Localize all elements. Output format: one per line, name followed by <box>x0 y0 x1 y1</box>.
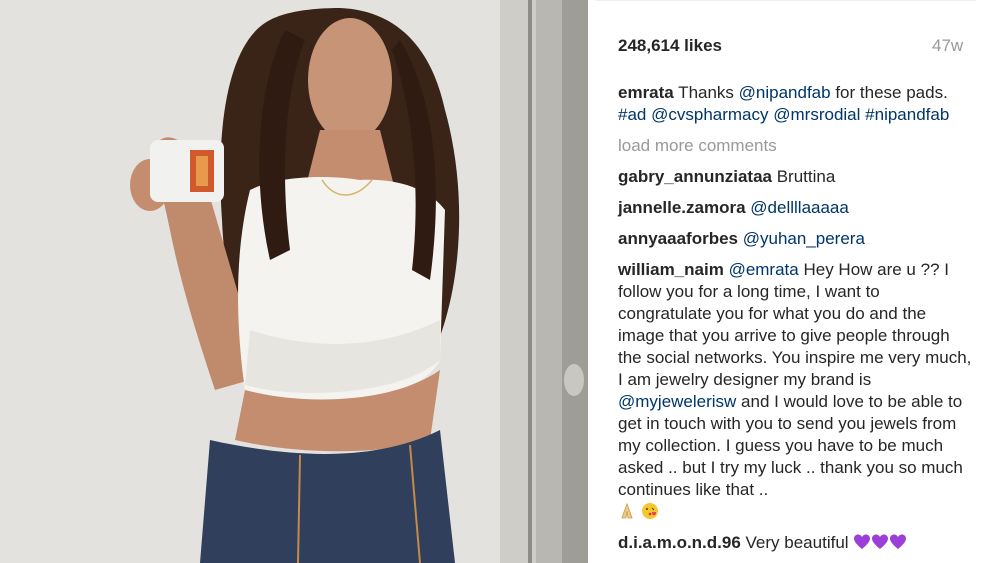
mention-link[interactable]: @dellllaaaaa <box>750 198 849 217</box>
post-age[interactable]: 47w <box>932 36 963 56</box>
comment-username[interactable]: william_naim <box>618 260 724 279</box>
comment-username[interactable]: annyaaaforbes <box>618 229 738 248</box>
mention-link[interactable]: @myjewelerisw <box>618 392 736 411</box>
purple-heart-icon <box>890 534 907 549</box>
likes-count[interactable]: 248,614 likes <box>618 36 722 56</box>
caption-text: for these pads. <box>830 83 948 102</box>
comment-username[interactable]: d.i.a.m.o.n.d.96 <box>618 533 741 552</box>
mention-link[interactable]: @nipandfab <box>739 83 831 102</box>
mention-link[interactable]: @cvspharmacy <box>651 105 768 124</box>
comment-text: Very beautiful <box>740 533 854 552</box>
post-photo <box>0 0 588 563</box>
hashtag-link[interactable]: #nipandfab <box>865 105 949 124</box>
comment-username[interactable]: gabry_annunziataa <box>618 167 772 186</box>
purple-heart-icon <box>854 534 871 549</box>
mention-link[interactable]: @mrsrodial <box>773 105 860 124</box>
comment-item: jannelle.zamora @dellllaaaaa <box>618 197 974 219</box>
comment-text: Bruttina <box>772 167 836 186</box>
photo-illustration <box>0 0 588 563</box>
purple-heart-icon <box>872 534 889 549</box>
comments-list: emrata Thanks @nipandfab for these pads.… <box>618 82 974 563</box>
kiss-face-icon <box>641 503 658 519</box>
divider <box>596 0 976 1</box>
comment-text: Hey How are u ?? I follow you for a long… <box>618 260 972 389</box>
comment-item: william_naim @emrata Hey How are u ?? I … <box>618 259 974 523</box>
mention-link[interactable]: @emrata <box>729 260 799 279</box>
comment-item: annyaaaforbes @yuhan_perera <box>618 228 974 250</box>
comment-item: d.i.a.m.o.n.d.96 Very beautiful <box>618 532 974 554</box>
caption: emrata Thanks @nipandfab for these pads.… <box>618 82 974 126</box>
comment-item: gabry_annunziataa Bruttina <box>618 166 974 188</box>
praying-hands-icon <box>621 502 633 519</box>
post-details-panel: 248,614 likes 47w emrata Thanks @nipandf… <box>596 0 1000 563</box>
mention-link[interactable]: @yuhan_perera <box>743 229 865 248</box>
hashtag-link[interactable]: #ad <box>618 105 646 124</box>
caption-text: Thanks <box>673 83 739 102</box>
caption-username[interactable]: emrata <box>618 83 674 102</box>
comment-username[interactable]: jannelle.zamora <box>618 198 746 217</box>
load-more-comments-button[interactable]: load more comments <box>618 135 974 157</box>
